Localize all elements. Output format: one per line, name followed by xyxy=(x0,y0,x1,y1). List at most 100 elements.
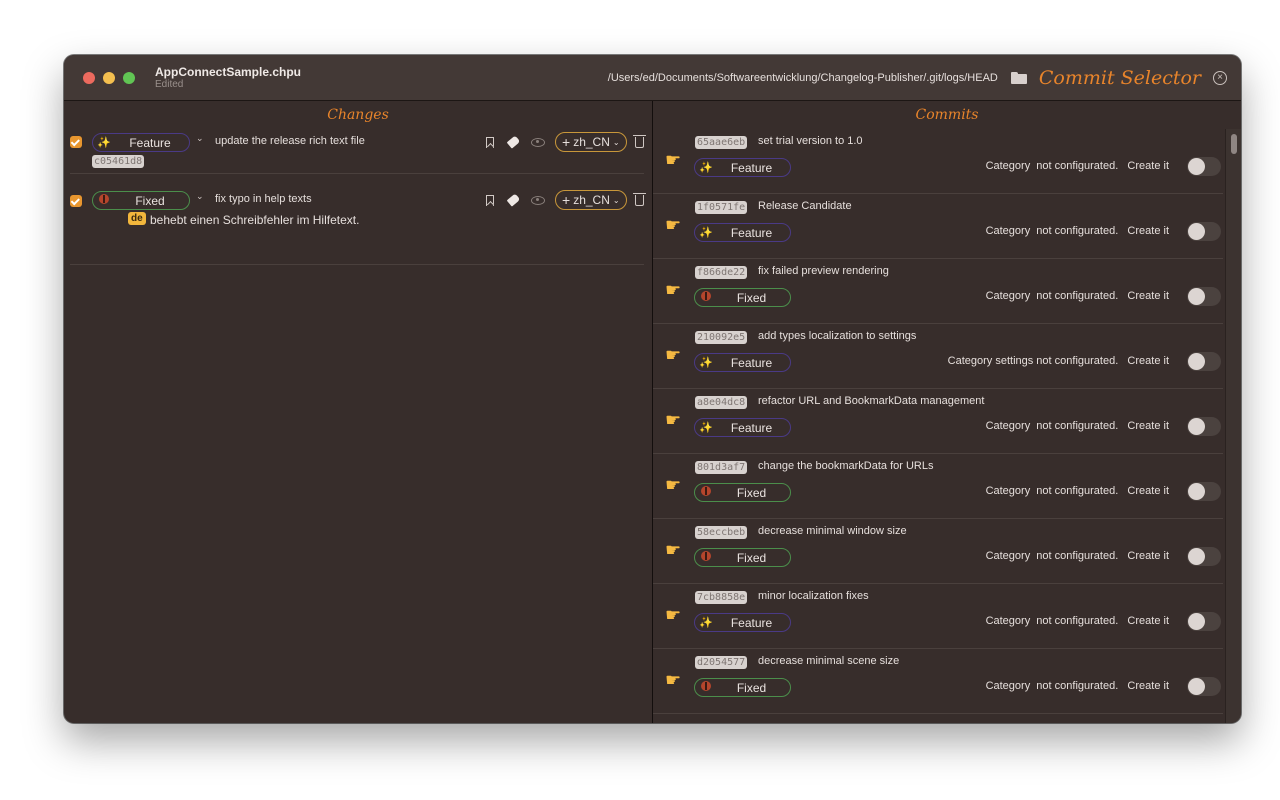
sparkles-icon: ✨ xyxy=(699,162,713,174)
commit-row[interactable]: ☛ d2054577 decrease minimal scene size F… xyxy=(653,649,1223,714)
change-item: Fixed ⌄ fix typo in help texts de behebt… xyxy=(70,174,646,265)
commit-hash: 7cb8858e xyxy=(695,591,748,604)
create-category-toggle[interactable] xyxy=(1187,677,1221,696)
category-pill-fixed[interactable]: Fixed xyxy=(694,483,791,502)
commit-hash: 65aae6eb xyxy=(695,136,748,149)
category-pill-feature[interactable]: ✨ Feature xyxy=(694,353,791,372)
document-status: Edited xyxy=(155,78,184,90)
language-label: zh_CN xyxy=(573,193,610,207)
commit-row[interactable]: ☛ 210092e5 add types localization to set… xyxy=(653,324,1223,389)
trash-icon[interactable] xyxy=(632,134,646,148)
folder-icon[interactable] xyxy=(1010,71,1027,84)
commit-row[interactable]: ☛ 7cb8858e minor localization fixes ✨ Fe… xyxy=(653,584,1223,649)
create-category-toggle[interactable] xyxy=(1187,612,1221,631)
minimize-window-button[interactable] xyxy=(103,71,115,84)
bookmark-icon[interactable] xyxy=(486,136,494,148)
create-category-toggle[interactable] xyxy=(1187,222,1221,241)
ladybug-icon xyxy=(97,194,111,207)
bookmark-icon[interactable] xyxy=(486,194,494,206)
category-pill-feature[interactable]: ✨ Feature xyxy=(694,223,791,242)
commit-hash: 210092e5 xyxy=(695,331,748,344)
commits-title: Commits xyxy=(915,107,979,123)
category-label: Fixed xyxy=(736,680,767,695)
category-label: Feature xyxy=(730,225,773,240)
create-category-toggle[interactable] xyxy=(1187,352,1221,371)
category-pill-fixed[interactable]: Fixed xyxy=(694,548,791,567)
commit-hash: 58eccbeb xyxy=(695,526,748,539)
app-window: AppConnectSample.chpu Edited /Users/ed/D… xyxy=(64,55,1241,723)
tag-icon[interactable] xyxy=(506,193,521,207)
commit-row[interactable]: ☛ f866de22 fix failed preview rendering … xyxy=(653,259,1223,324)
changes-title: Changes xyxy=(327,107,389,123)
category-pill-fixed[interactable]: Fixed xyxy=(92,191,190,210)
commit-row[interactable]: ☛ a8e04dc8 refactor URL and BookmarkData… xyxy=(653,389,1223,454)
create-category-toggle[interactable] xyxy=(1187,287,1221,306)
change-message: fix typo in help texts xyxy=(215,193,312,205)
language-badge: de xyxy=(128,212,146,225)
commit-row[interactable]: ☛ 801d3af7 change the bookmarkData for U… xyxy=(653,454,1223,519)
category-pill-fixed[interactable]: Fixed xyxy=(694,288,791,307)
category-pill-feature[interactable]: ✨ Feature xyxy=(694,158,791,177)
create-category-toggle[interactable] xyxy=(1187,547,1221,566)
commits-scrollbar[interactable] xyxy=(1225,129,1241,723)
create-category-toggle[interactable] xyxy=(1187,482,1221,501)
pointing-hand-icon[interactable]: ☛ xyxy=(665,215,681,236)
category-status: Category not configurated. Create it xyxy=(985,485,1169,497)
commit-row[interactable]: ☛ 65aae6eb set trial version to 1.0 ✨ Fe… xyxy=(653,129,1223,194)
commit-message: decrease minimal scene size xyxy=(758,655,900,667)
document-title: AppConnectSample.chpu Edited xyxy=(155,65,301,91)
close-window-button[interactable] xyxy=(83,71,95,84)
category-pill-feature[interactable]: ✨ Feature xyxy=(694,418,791,437)
window-controls xyxy=(83,71,135,84)
commit-row[interactable]: ☛ 1f0571fe Release Candidate ✨ Feature C… xyxy=(653,194,1223,259)
git-log-path: /Users/ed/Documents/Softwareentwicklung/… xyxy=(607,71,998,84)
change-checkbox[interactable] xyxy=(70,136,82,148)
commit-hash: f866de22 xyxy=(695,266,748,279)
chevron-down-icon[interactable]: ⌄ xyxy=(196,133,204,144)
category-label: Feature xyxy=(730,160,773,175)
pointing-hand-icon[interactable]: ☛ xyxy=(665,670,681,691)
pointing-hand-icon[interactable]: ☛ xyxy=(665,345,681,366)
category-pill-fixed[interactable]: Fixed xyxy=(694,678,791,697)
pointing-hand-icon[interactable]: ☛ xyxy=(665,540,681,561)
category-label: Fixed xyxy=(736,485,767,500)
commit-hash: d2054577 xyxy=(695,656,748,669)
commit-row[interactable]: ☛ 58eccbeb decrease minimal window size … xyxy=(653,519,1223,584)
eye-icon[interactable] xyxy=(531,195,545,205)
trash-icon[interactable] xyxy=(632,192,646,206)
tag-icon[interactable] xyxy=(506,135,521,149)
pointing-hand-icon[interactable]: ☛ xyxy=(665,150,681,171)
change-item: ✨ Feature ⌄ update the release rich text… xyxy=(70,129,646,174)
category-status: Category not configurated. Create it xyxy=(985,680,1169,692)
change-tools: + zh_CN ⌄ xyxy=(486,190,646,210)
change-checkbox[interactable] xyxy=(70,195,82,207)
change-message: update the release rich text file xyxy=(215,135,365,147)
sparkles-icon: ✨ xyxy=(699,617,713,629)
scrollbar-thumb[interactable] xyxy=(1231,134,1237,154)
category-label: Feature xyxy=(129,135,171,150)
add-language-button[interactable]: + zh_CN ⌄ xyxy=(555,132,627,152)
title-bar: AppConnectSample.chpu Edited /Users/ed/D… xyxy=(64,55,1241,101)
close-selector-icon[interactable]: × xyxy=(1213,70,1227,85)
commit-message: minor localization fixes xyxy=(758,590,869,602)
zoom-window-button[interactable] xyxy=(123,71,135,84)
chevron-down-icon[interactable]: ⌄ xyxy=(196,191,204,202)
category-pill-feature[interactable]: ✨ Feature xyxy=(92,133,190,152)
eye-icon[interactable] xyxy=(531,137,545,147)
category-label: Fixed xyxy=(736,290,767,305)
create-category-toggle[interactable] xyxy=(1187,417,1221,436)
commits-list: ☛ 65aae6eb set trial version to 1.0 ✨ Fe… xyxy=(653,129,1241,723)
pointing-hand-icon[interactable]: ☛ xyxy=(665,475,681,496)
category-pill-feature[interactable]: ✨ Feature xyxy=(694,613,791,632)
change-tools: + zh_CN ⌄ xyxy=(486,132,646,152)
pointing-hand-icon[interactable]: ☛ xyxy=(665,605,681,626)
category-status: Category not configurated. Create it xyxy=(985,225,1169,237)
create-category-toggle[interactable] xyxy=(1187,157,1221,176)
pointing-hand-icon[interactable]: ☛ xyxy=(665,410,681,431)
commit-message: decrease minimal window size xyxy=(758,525,907,537)
sparkles-icon: ✨ xyxy=(97,137,111,149)
pointing-hand-icon[interactable]: ☛ xyxy=(665,280,681,301)
translation-text[interactable]: behebt einen Schreibfehler im Hilfetext. xyxy=(150,213,359,227)
add-language-button[interactable]: + zh_CN ⌄ xyxy=(555,190,627,210)
ladybug-icon xyxy=(699,681,713,694)
